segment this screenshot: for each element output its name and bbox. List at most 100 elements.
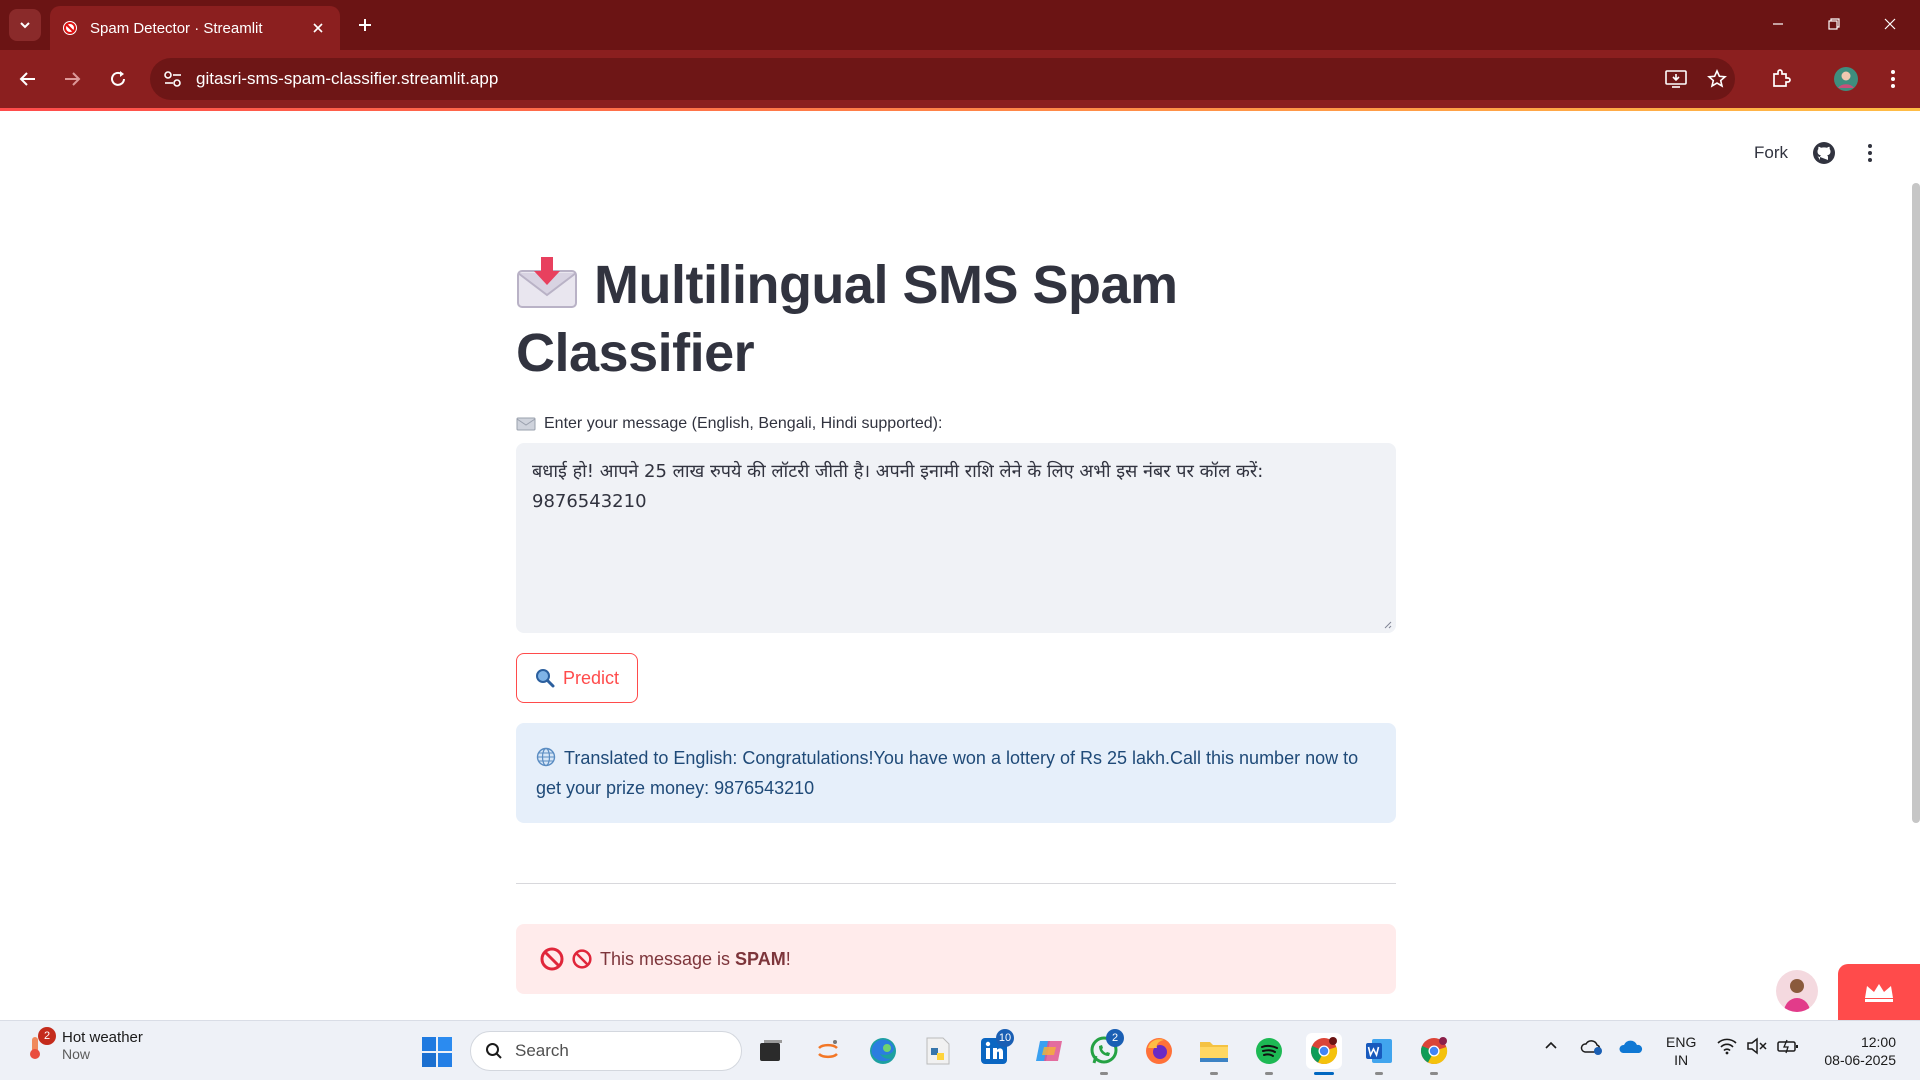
fork-button[interactable]: Fork <box>1754 143 1788 163</box>
running-indicator <box>1265 1072 1273 1075</box>
weather-subtitle: Now <box>62 1046 91 1062</box>
weather-widget[interactable]: 2 Hot weather Now <box>22 1026 143 1062</box>
chrome-icon <box>1421 1037 1448 1065</box>
streamlit-crown-badge[interactable] <box>1838 964 1920 1020</box>
onedrive-sync-icon[interactable] <box>1580 1037 1604 1057</box>
result-prefix: This message is <box>600 948 736 969</box>
main-menu-icon[interactable] <box>1860 141 1880 165</box>
url-text: gitasri-sms-spam-classifier.streamlit.ap… <box>196 69 499 88</box>
taskbar-app-linkedin[interactable]: 10 <box>976 1029 1014 1069</box>
reload-button[interactable] <box>100 61 136 97</box>
taskbar-app-chrome-profile[interactable] <box>1416 1033 1452 1075</box>
taskbar-app-firefox[interactable] <box>1141 1033 1177 1069</box>
lang-line2: IN <box>1674 1052 1689 1068</box>
wifi-icon[interactable] <box>1716 1037 1738 1055</box>
browser-menu-icon[interactable] <box>1877 63 1909 95</box>
running-indicator <box>1375 1072 1383 1075</box>
battery-icon[interactable] <box>1776 1037 1800 1055</box>
taskbar-app-word[interactable] <box>1361 1033 1397 1075</box>
browser-tab[interactable]: Spam Detector · Streamlit <box>50 6 340 50</box>
clock-date: 08-06-2025 <box>1824 1052 1896 1068</box>
jupyter-icon <box>818 1040 838 1059</box>
site-settings-icon[interactable] <box>162 69 184 89</box>
search-icon <box>486 1043 502 1059</box>
firefox-icon <box>1146 1038 1172 1064</box>
windows-taskbar: 2 Hot weather Now Search 10 2 ENG IN 12:… <box>0 1020 1920 1080</box>
weather-badge: 2 <box>38 1026 56 1045</box>
taskbar-app-edge[interactable] <box>865 1033 901 1069</box>
predict-button-label: Predict <box>563 667 620 688</box>
page-title-text: Multilingual SMS Spam Classifier <box>516 255 1178 383</box>
task-view-button[interactable] <box>753 1033 789 1069</box>
incoming-envelope-icon <box>517 257 577 308</box>
lang-line1: ENG <box>1666 1034 1697 1050</box>
message-textarea-value: बधाई हो! आपने 25 लाख रुपये की लॉटरी जीती… <box>532 461 1264 512</box>
task-view-icon <box>760 1040 782 1061</box>
start-button[interactable] <box>420 1035 454 1069</box>
arrow-right-icon <box>65 72 81 86</box>
taskbar-app-whatsapp[interactable]: 2 <box>1086 1029 1124 1075</box>
address-bar[interactable]: gitasri-sms-spam-classifier.streamlit.ap… <box>150 58 1735 100</box>
taskbar-search[interactable]: Search <box>470 1031 742 1071</box>
spam-result-alert: This message is SPAM! <box>516 924 1396 994</box>
reload-icon <box>111 71 125 86</box>
taskbar-app-spotify[interactable] <box>1251 1033 1287 1075</box>
onedrive-icon[interactable] <box>1618 1037 1644 1055</box>
folder-icon <box>1200 1042 1228 1062</box>
spotify-icon <box>1256 1038 1282 1064</box>
back-button[interactable] <box>10 61 46 97</box>
whatsapp-badge: 2 <box>1106 1029 1124 1047</box>
taskbar-app-python[interactable] <box>920 1033 956 1069</box>
tab-search-button[interactable] <box>9 9 41 41</box>
copilot-icon <box>1036 1041 1062 1061</box>
message-input-label-text: Enter your message (English, Bengali, Hi… <box>544 415 943 432</box>
result-label: SPAM <box>735 948 786 969</box>
close-window-button[interactable] <box>1870 8 1910 40</box>
page-scrollbar[interactable] <box>1912 183 1920 823</box>
section-divider <box>516 883 1396 884</box>
title-block: Multilingual SMS Spam Classifier <box>516 251 1396 387</box>
input-language-indicator[interactable]: ENG IN <box>1666 1033 1696 1069</box>
prohibited-icon <box>572 949 592 969</box>
message-textarea[interactable]: बधाई हो! आपने 25 लाख रुपये की लॉटरी जीती… <box>516 443 1396 633</box>
new-tab-button[interactable] <box>352 12 378 38</box>
bookmark-star-icon[interactable] <box>1705 67 1729 91</box>
volume-muted-icon[interactable] <box>1746 1037 1768 1055</box>
close-tab-icon[interactable] <box>308 18 328 38</box>
chrome-icon <box>1311 1037 1338 1065</box>
github-icon[interactable] <box>1812 141 1836 165</box>
translation-info-box: Translated to English: Congratulations!Y… <box>516 723 1396 823</box>
edge-icon <box>870 1038 896 1064</box>
active-indicator <box>1314 1072 1334 1075</box>
extensions-icon[interactable] <box>1765 63 1797 95</box>
running-indicator <box>1430 1072 1438 1075</box>
show-hidden-icons-button[interactable] <box>1543 1037 1559 1053</box>
profile-avatar[interactable] <box>1830 63 1862 95</box>
viewer-avatar[interactable] <box>1776 970 1818 1012</box>
taskbar-clock[interactable]: 12:00 08-06-2025 <box>1824 1033 1896 1069</box>
prohibited-icon <box>540 947 564 971</box>
crown-icon <box>1865 984 1893 1002</box>
taskbar-app-copilot[interactable] <box>1031 1033 1067 1069</box>
minimize-button[interactable] <box>1758 8 1798 40</box>
streamlit-page: Fork Multilingual SMS Spam Classifier En… <box>0 111 1920 1020</box>
browser-tab-bar: Spam Detector · Streamlit <box>0 0 1920 50</box>
taskbar-app-jupyter[interactable] <box>810 1033 846 1069</box>
plus-icon <box>359 19 371 31</box>
envelope-icon <box>516 417 536 431</box>
page-title: Multilingual SMS Spam Classifier <box>516 251 1396 387</box>
taskbar-app-chrome-active[interactable] <box>1306 1033 1342 1075</box>
install-app-icon[interactable] <box>1664 67 1688 91</box>
running-indicator <box>1210 1072 1218 1075</box>
chevron-down-icon <box>20 22 30 29</box>
resize-handle-icon[interactable] <box>1382 619 1392 629</box>
predict-button[interactable]: Predict <box>516 653 639 703</box>
word-icon <box>1366 1039 1392 1063</box>
taskbar-app-file-explorer[interactable] <box>1196 1033 1232 1075</box>
message-input-label: Enter your message (English, Bengali, Hi… <box>516 415 1396 433</box>
browser-toolbar: gitasri-sms-spam-classifier.streamlit.ap… <box>0 50 1920 108</box>
restore-button[interactable] <box>1814 8 1854 40</box>
translation-text: Translated to English: Congratulations!Y… <box>536 748 1359 798</box>
python-file-icon <box>926 1037 950 1065</box>
forward-button[interactable] <box>54 61 90 97</box>
